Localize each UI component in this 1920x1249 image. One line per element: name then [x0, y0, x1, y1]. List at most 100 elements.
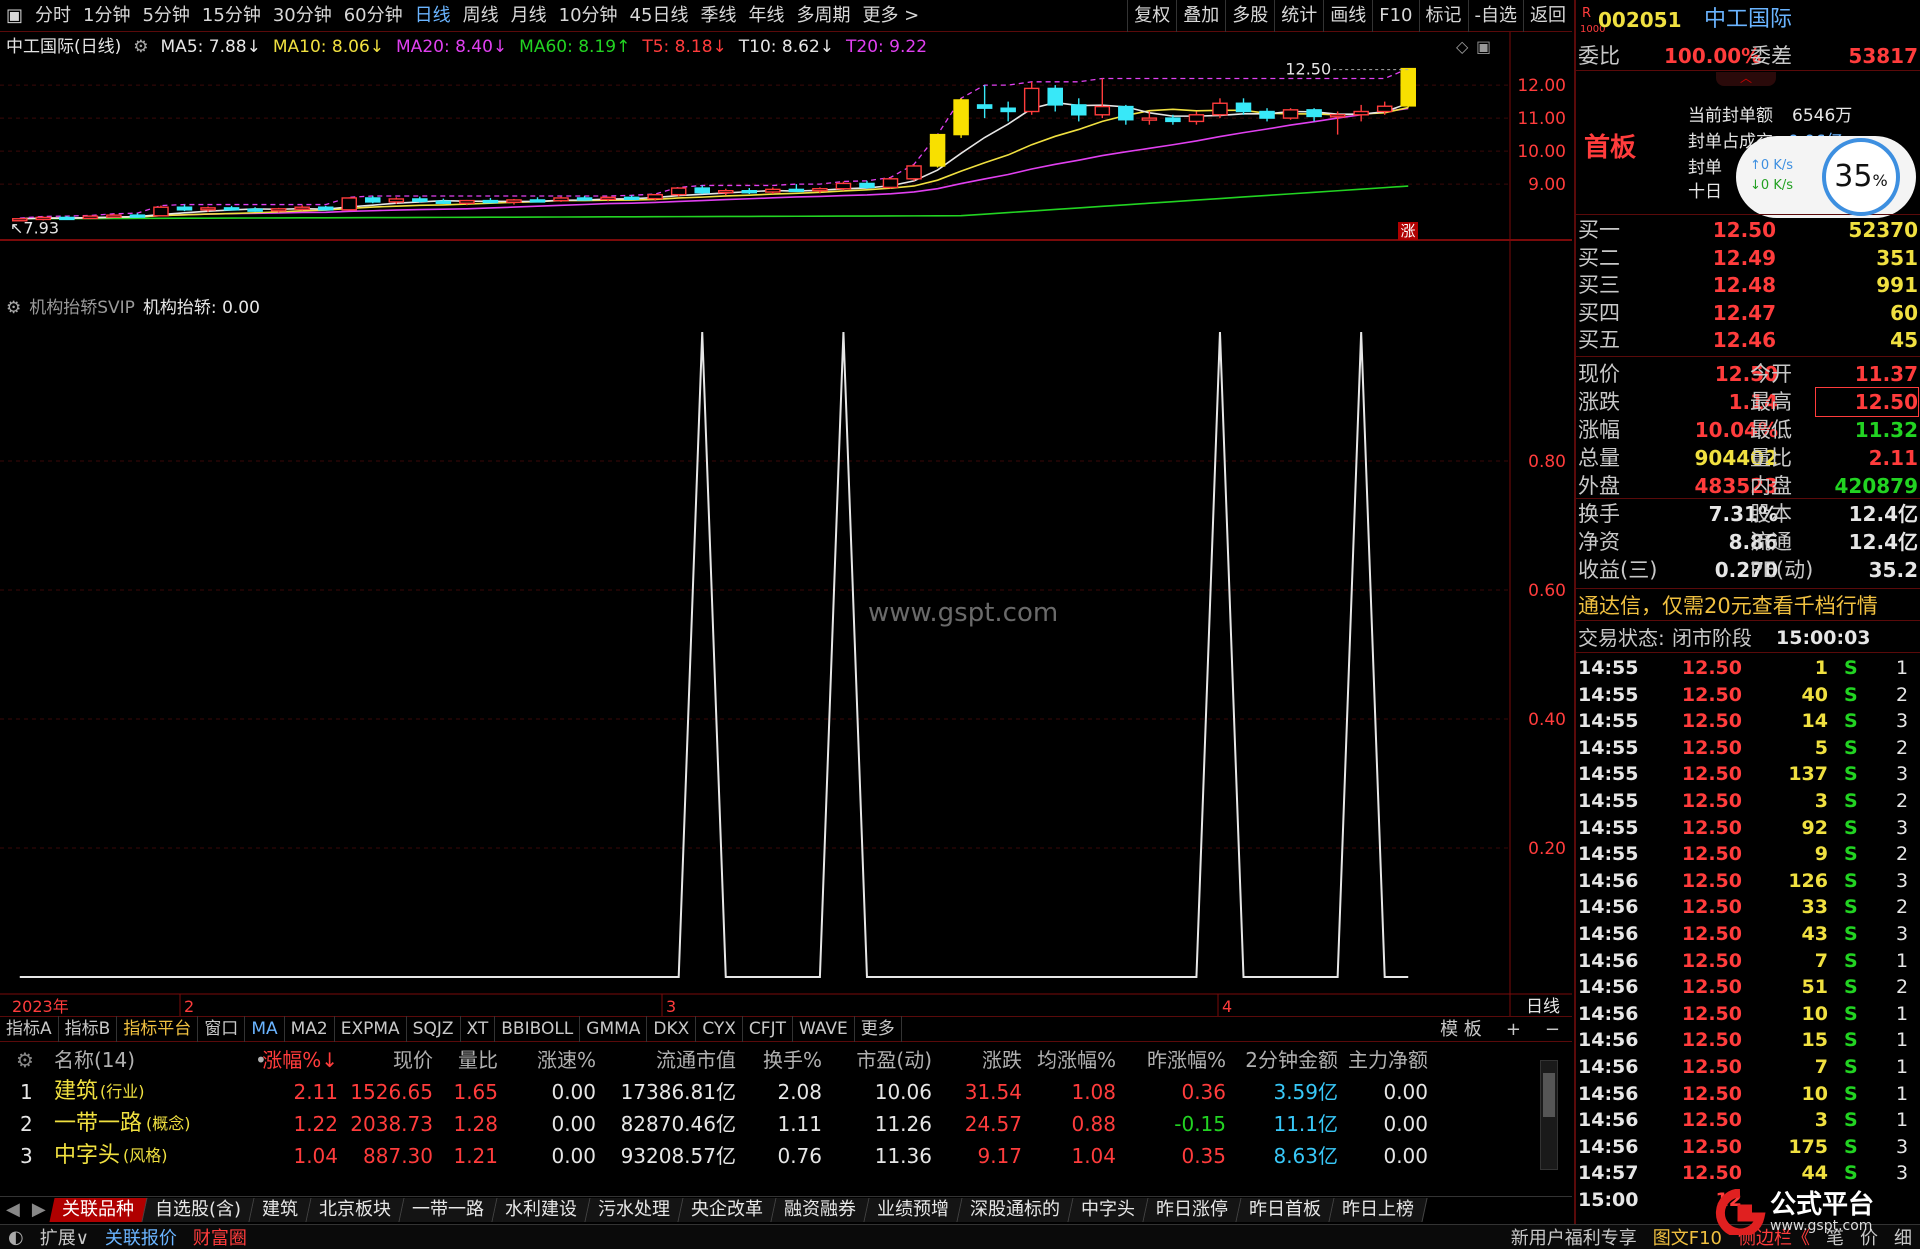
indicator-tab[interactable]: 更多: [855, 1016, 902, 1042]
period-tab[interactable]: 分时: [29, 0, 77, 32]
candlestick[interactable]: [506, 198, 522, 205]
candlestick[interactable]: [788, 184, 805, 193]
block-tab[interactable]: 融资融券: [771, 1197, 870, 1222]
indicator-tab[interactable]: BBIBOLL: [495, 1016, 581, 1042]
column-header[interactable]: 主力净额: [1328, 1044, 1428, 1076]
candlestick[interactable]: [317, 205, 334, 211]
block-tab[interactable]: 央企改革: [678, 1197, 777, 1222]
candlestick[interactable]: [1259, 108, 1275, 122]
candlestick[interactable]: [82, 215, 99, 220]
period-tab[interactable]: 月线: [505, 0, 553, 32]
candlestick[interactable]: [529, 197, 546, 203]
candlestick[interactable]: [835, 181, 852, 191]
candlestick[interactable]: [59, 216, 75, 221]
candlestick[interactable]: [623, 195, 640, 201]
candlestick[interactable]: [976, 85, 993, 119]
tool-button[interactable]: 复权: [1127, 0, 1176, 32]
candlestick[interactable]: [365, 195, 381, 204]
candlestick[interactable]: [576, 195, 593, 201]
column-header[interactable]: 量比: [398, 1044, 498, 1076]
period-tab[interactable]: 60分钟: [338, 0, 409, 32]
candlestick[interactable]: [1400, 67, 1416, 108]
indicator-tab[interactable]: CYX: [696, 1016, 743, 1042]
notice-link[interactable]: 通达信，仅需20元查看千档行情: [1578, 592, 1878, 620]
period-tab[interactable]: 年线: [742, 0, 790, 32]
candlestick[interactable]: [929, 133, 946, 168]
candlestick[interactable]: [247, 207, 263, 212]
indicator-tab[interactable]: 指标平台: [117, 1016, 199, 1042]
period-tab[interactable]: 30分钟: [267, 0, 338, 32]
candlestick[interactable]: [1118, 104, 1134, 125]
period-tab[interactable]: 更多 >: [856, 0, 925, 32]
settings-icon[interactable]: ⚙: [6, 296, 21, 320]
block-tab[interactable]: 一带一路: [399, 1197, 498, 1222]
template-control[interactable]: −: [1533, 1017, 1572, 1043]
period-tab[interactable]: 1分钟: [77, 0, 136, 32]
candlestick[interactable]: [1023, 81, 1040, 115]
tab-prev-icon[interactable]: ◀: [0, 1199, 26, 1220]
column-header[interactable]: 市盈(动): [832, 1044, 932, 1076]
block-tab[interactable]: 自选股(含): [142, 1197, 255, 1222]
period-tab[interactable]: 多周期: [790, 0, 856, 32]
period-tab[interactable]: 周线: [457, 0, 505, 32]
block-tab[interactable]: 建筑: [249, 1197, 312, 1222]
block-tab[interactable]: 昨日上榜: [1329, 1197, 1428, 1222]
toggle-switch-icon[interactable]: ◐: [0, 1227, 32, 1248]
status-left-item[interactable]: 财富圈: [185, 1224, 255, 1249]
candlestick[interactable]: [1306, 108, 1322, 122]
candlestick[interactable]: [1094, 78, 1111, 119]
indicator-tab[interactable]: DKX: [647, 1016, 697, 1042]
column-header[interactable]: 涨幅%↓: [238, 1044, 338, 1076]
table-row[interactable]: 3 中字头 (风格) 1.04 887.30 1.21 0.00 93208.57亿 0.76 1…: [0, 1140, 1572, 1172]
candlestick[interactable]: [718, 188, 734, 196]
tab-next-icon[interactable]: ▶: [26, 1199, 52, 1220]
candlestick[interactable]: [153, 205, 169, 217]
indicator-tab[interactable]: 窗口: [198, 1016, 246, 1042]
block-tab[interactable]: 北京板块: [306, 1197, 405, 1222]
block-tab[interactable]: 昨日涨停: [1143, 1197, 1242, 1222]
block-tab[interactable]: 深股通标的: [957, 1197, 1074, 1222]
candlestick[interactable]: [953, 98, 969, 138]
column-header[interactable]: 换手%: [722, 1044, 822, 1076]
column-header[interactable]: 名称(14): [54, 1044, 135, 1076]
candlestick[interactable]: [882, 177, 899, 189]
tool-button[interactable]: 画线: [1323, 0, 1372, 32]
column-header[interactable]: 流通市值: [636, 1044, 736, 1076]
candlestick[interactable]: [1282, 108, 1299, 120]
candlestick[interactable]: [1047, 85, 1063, 112]
status-left-item[interactable]: 扩展∨: [32, 1224, 97, 1249]
block-name[interactable]: 一带一路: [54, 1108, 142, 1140]
table-scrollbar[interactable]: [1540, 1060, 1558, 1170]
column-header[interactable]: 昨涨幅%: [1126, 1044, 1226, 1076]
template-control[interactable]: +: [1494, 1017, 1533, 1043]
column-header[interactable]: 涨速%: [496, 1044, 596, 1076]
gear-icon[interactable]: ⚙: [16, 1044, 34, 1076]
column-header[interactable]: 均涨幅%: [1016, 1044, 1116, 1076]
period-tab[interactable]: 季线: [694, 0, 742, 32]
block-tab[interactable]: 污水处理: [585, 1197, 684, 1222]
candlestick[interactable]: [906, 164, 922, 181]
candlestick[interactable]: [482, 197, 499, 204]
column-header[interactable]: 涨跌: [922, 1044, 1022, 1076]
period-tab[interactable]: 45日线: [624, 0, 695, 32]
block-tab[interactable]: 中字头: [1068, 1197, 1149, 1222]
candlestick[interactable]: [694, 185, 710, 194]
candlestick[interactable]: [1188, 111, 1205, 125]
block-tab[interactable]: 业绩预增: [864, 1197, 963, 1222]
table-row[interactable]: 2 一带一路 (概念) 1.22 2038.73 1.28 0.00 82870.46亿 1.1…: [0, 1108, 1572, 1140]
candlestick[interactable]: [859, 180, 875, 189]
indicator-tab[interactable]: 指标A: [0, 1016, 59, 1042]
block-tab[interactable]: 关联品种: [49, 1197, 148, 1222]
tool-button[interactable]: -自选: [1467, 0, 1524, 32]
candlestick[interactable]: [223, 205, 240, 211]
candlestick[interactable]: [741, 188, 758, 194]
status-right-item[interactable]: 新用户福利专享: [1503, 1224, 1645, 1249]
period-tab[interactable]: 15分钟: [196, 0, 267, 32]
indicator-tab[interactable]: SQJZ: [407, 1016, 461, 1042]
candlestick[interactable]: [553, 196, 569, 202]
tool-button[interactable]: 多股: [1225, 0, 1274, 32]
candlestick[interactable]: [670, 187, 687, 197]
tool-button[interactable]: 标记: [1418, 0, 1468, 32]
candlestick[interactable]: [294, 205, 310, 211]
block-tab[interactable]: 水利建设: [492, 1197, 591, 1222]
